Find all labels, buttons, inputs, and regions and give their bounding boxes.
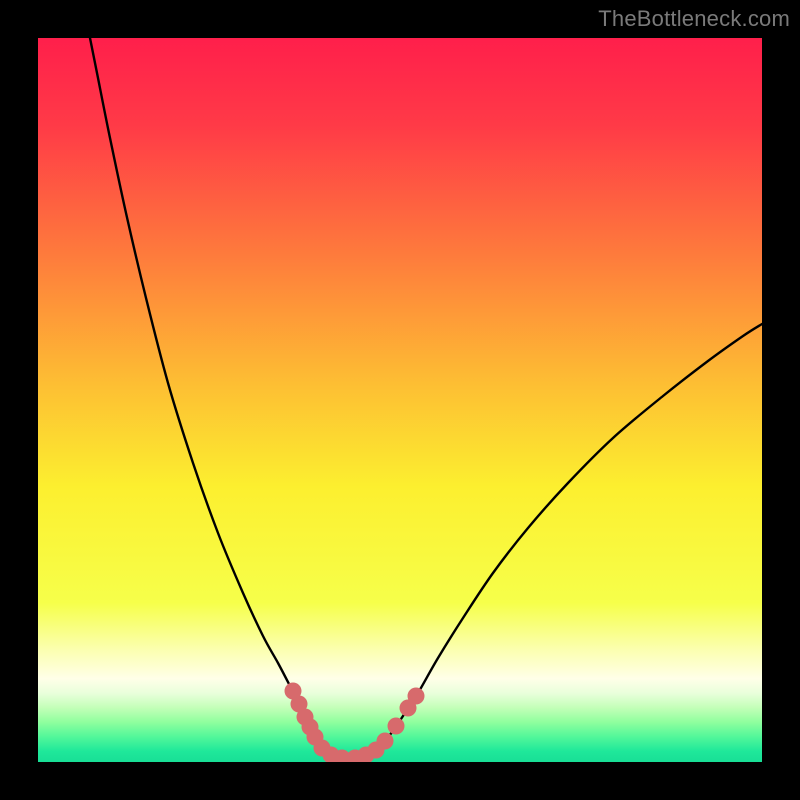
- chart-frame: TheBottleneck.com: [0, 0, 800, 800]
- watermark-text: TheBottleneck.com: [598, 6, 790, 32]
- chart-plot: [38, 38, 762, 762]
- gradient-background: [38, 38, 762, 762]
- curve-marker: [377, 733, 394, 750]
- curve-marker: [388, 718, 405, 735]
- curve-marker: [408, 688, 425, 705]
